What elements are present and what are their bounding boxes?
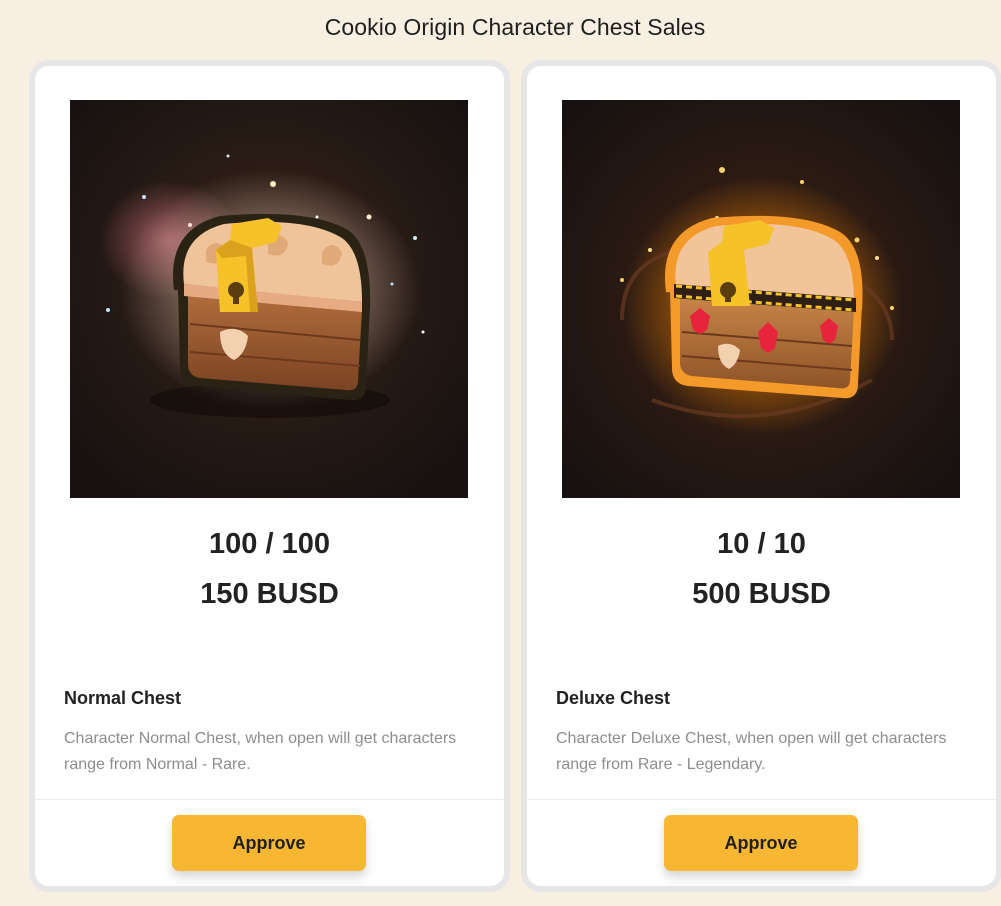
approve-button[interactable]: Approve: [172, 815, 366, 871]
chest-price: 150 BUSD: [200, 578, 339, 610]
normal-chest-icon: [70, 100, 468, 498]
page-title: Cookio Origin Character Chest Sales: [324, 14, 706, 40]
chest-image: [70, 100, 468, 498]
chest-name: Deluxe Chest: [556, 688, 671, 708]
chest-name: Normal Chest: [64, 688, 182, 708]
chest-description: Character Normal Chest, when open will g…: [64, 730, 457, 773]
chest-price: 500 BUSD: [692, 578, 831, 610]
chest-count: 10 / 10: [717, 528, 806, 560]
chest-image: [562, 100, 960, 498]
approve-button[interactable]: Approve: [664, 815, 858, 871]
card-divider: [527, 799, 996, 800]
chest-description: Character Deluxe Chest, when open will g…: [556, 730, 947, 773]
chest-card-deluxe: 10 / 10 500 BUSD Deluxe Chest Character …: [521, 60, 1001, 892]
chest-card-normal: 100 / 100 150 BUSD Normal Chest Characte…: [29, 60, 510, 892]
card-divider: [35, 799, 504, 800]
deluxe-chest-icon: [562, 100, 960, 498]
chest-count: 100 / 100: [209, 528, 330, 560]
